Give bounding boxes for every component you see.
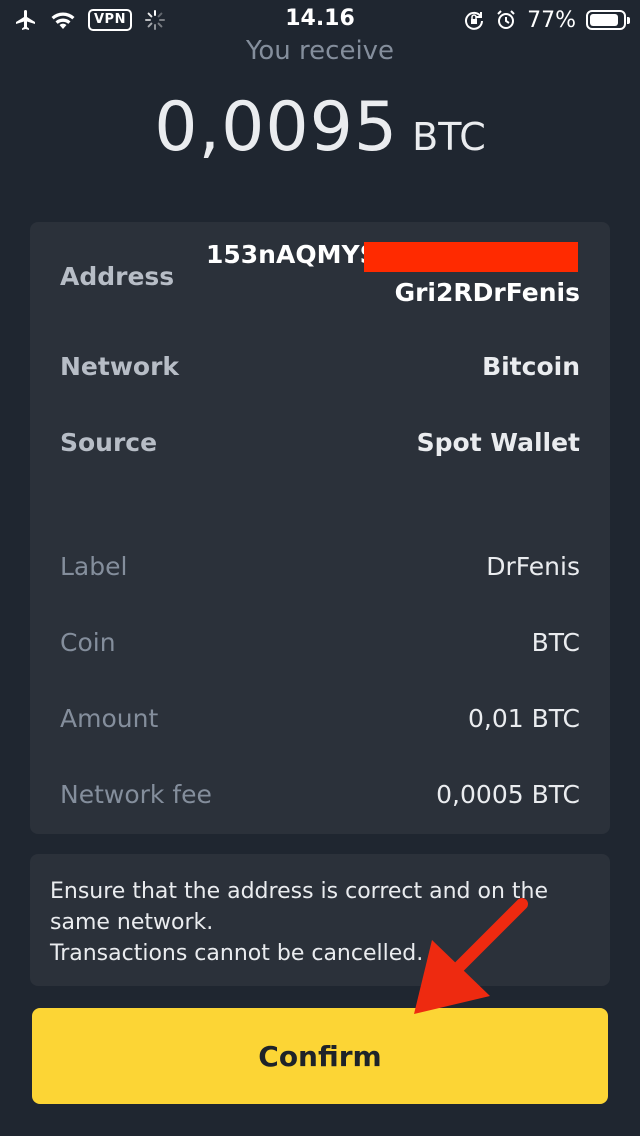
rotation-lock-icon (463, 9, 485, 31)
receive-label: You receive (245, 36, 395, 66)
amount-label: Amount (60, 704, 159, 733)
source-value: Spot Wallet (416, 428, 580, 457)
detail-row-address: Address (60, 222, 580, 322)
network-fee-label: Network fee (60, 780, 212, 809)
coin-value: BTC (531, 628, 580, 657)
amount-value: 0,01 BTC (467, 704, 580, 733)
transaction-details-card: Address 153nAQMYS Gri2RDrFenis Network B… (30, 222, 610, 834)
source-label: Source (60, 428, 158, 457)
address-redaction (364, 242, 578, 272)
warning-notice: Ensure that the address is correct and o… (30, 854, 610, 986)
network-label: Network (60, 352, 180, 381)
receive-amount-value: 0,0095 (154, 88, 399, 167)
alarm-icon (495, 9, 517, 31)
address-value-line1: 153nAQMYS (206, 240, 378, 269)
receive-amount-unit: BTC (412, 115, 486, 159)
coin-label: Coin (60, 628, 116, 657)
warning-line-1: Ensure that the address is correct and o… (50, 879, 549, 904)
warning-line-3: Transactions cannot be cancelled. (50, 941, 424, 966)
battery-percentage: 77% (527, 7, 576, 33)
confirm-button[interactable]: Confirm (32, 1008, 608, 1104)
address-label: Address (60, 262, 175, 291)
battery-icon (586, 10, 630, 30)
status-bar: VPN 14.16 77% (0, 0, 640, 40)
address-value-line2: Gri2RDrFenis (394, 278, 580, 307)
network-fee-value: 0,0005 BTC (436, 780, 580, 809)
label-label: Label (60, 552, 128, 581)
status-bar-right: 77% (463, 6, 630, 34)
receive-amount: 0,0095 BTC (0, 88, 640, 167)
warning-line-2: same network. (50, 910, 214, 935)
network-value: Bitcoin (482, 352, 580, 381)
label-value: DrFenis (486, 552, 580, 581)
